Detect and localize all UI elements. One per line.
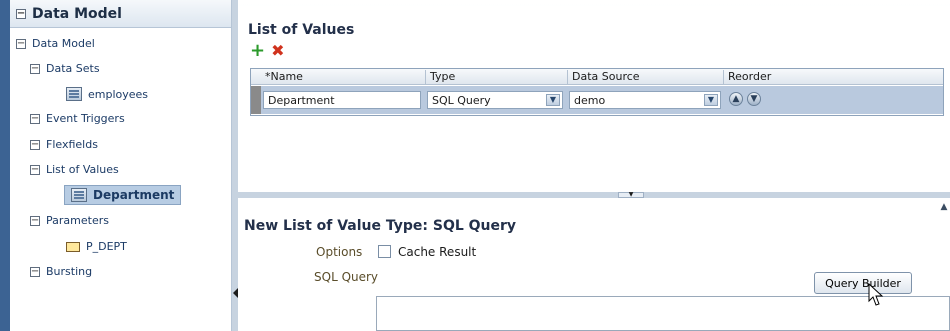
collapse-icon[interactable]: − bbox=[30, 164, 40, 175]
sql-query-textarea[interactable] bbox=[376, 296, 950, 331]
move-down-icon[interactable]: ▼ bbox=[747, 92, 761, 106]
tree-item-p-dept[interactable]: P_DEPT bbox=[66, 240, 127, 253]
scroll-up-icon[interactable]: ▲ bbox=[938, 202, 950, 214]
sidebar-header[interactable]: − Data Model bbox=[10, 0, 231, 28]
tree-item-event-triggers[interactable]: − Event Triggers bbox=[30, 112, 125, 125]
sql-query-label: SQL Query bbox=[314, 270, 379, 284]
detail-title: New List of Value Type: SQL Query bbox=[244, 218, 517, 234]
chevron-down-icon[interactable]: ▼ bbox=[704, 94, 718, 106]
collapse-icon[interactable]: − bbox=[30, 139, 40, 150]
collapse-icon[interactable]: − bbox=[30, 266, 40, 277]
chevron-down-icon[interactable]: ▼ bbox=[546, 94, 560, 106]
panel-title: List of Values bbox=[248, 22, 355, 38]
move-up-icon[interactable]: ▲ bbox=[729, 92, 743, 106]
column-header-type: Type bbox=[425, 70, 455, 84]
column-header-name: *Name bbox=[265, 70, 303, 83]
add-icon[interactable]: + bbox=[250, 42, 265, 60]
column-header-data-source: Data Source bbox=[567, 70, 640, 84]
table-header: *Name Type Data Source Reorder bbox=[251, 69, 943, 85]
tree-item-data-model[interactable]: − Data Model bbox=[16, 37, 95, 50]
table-row[interactable]: Department SQL Query ▼ demo ▼ ▲ ▼ bbox=[251, 86, 943, 114]
options-label: Options bbox=[316, 245, 363, 259]
list-of-values-panel: List of Values + ✖ *Name Type Data Sourc… bbox=[238, 6, 950, 192]
collapse-icon[interactable]: − bbox=[16, 38, 26, 49]
lov-toolbar: + ✖ bbox=[250, 42, 285, 60]
row-selector[interactable] bbox=[251, 86, 261, 114]
tree-item-list-of-values[interactable]: − List of Values bbox=[30, 163, 119, 176]
delete-icon[interactable]: ✖ bbox=[271, 43, 284, 59]
data-source-select[interactable]: demo ▼ bbox=[569, 91, 721, 109]
parameter-icon bbox=[66, 241, 80, 252]
column-header-reorder: Reorder bbox=[723, 70, 771, 84]
data-model-sidebar: − Data Model − Data Model − Data Sets em… bbox=[10, 0, 232, 331]
cursor-icon bbox=[868, 283, 884, 306]
cache-result-label: Cache Result bbox=[398, 245, 477, 259]
tree-item-bursting[interactable]: − Bursting bbox=[30, 265, 92, 278]
tree-item-parameters[interactable]: − Parameters bbox=[30, 214, 109, 227]
collapse-icon[interactable]: − bbox=[16, 8, 26, 19]
list-of-values-icon bbox=[71, 188, 87, 202]
sidebar-title: Data Model bbox=[32, 5, 122, 22]
left-accent-bar bbox=[0, 0, 10, 331]
tree-item-department-selected[interactable]: Department bbox=[64, 185, 182, 205]
app-window: − Data Model − Data Model − Data Sets em… bbox=[0, 0, 950, 331]
query-builder-button[interactable]: Query Builder bbox=[814, 272, 912, 294]
cache-result-checkbox[interactable] bbox=[378, 245, 391, 258]
collapse-icon[interactable]: − bbox=[30, 63, 40, 74]
data-set-icon bbox=[66, 87, 82, 101]
collapse-icon[interactable]: − bbox=[30, 215, 40, 226]
tree-item-flexfields[interactable]: − Flexfields bbox=[30, 138, 98, 151]
tree-item-data-sets[interactable]: − Data Sets bbox=[30, 62, 100, 75]
collapse-icon[interactable]: − bbox=[30, 113, 40, 124]
type-select-value: SQL Query bbox=[432, 94, 491, 107]
lov-detail-panel: New List of Value Type: SQL Query Option… bbox=[238, 198, 950, 331]
name-input[interactable]: Department bbox=[263, 91, 421, 109]
lov-table: *Name Type Data Source Reorder Departmen… bbox=[250, 68, 944, 116]
data-source-value: demo bbox=[574, 94, 606, 107]
tree-item-employees[interactable]: employees bbox=[66, 87, 148, 101]
type-select[interactable]: SQL Query ▼ bbox=[427, 91, 563, 109]
